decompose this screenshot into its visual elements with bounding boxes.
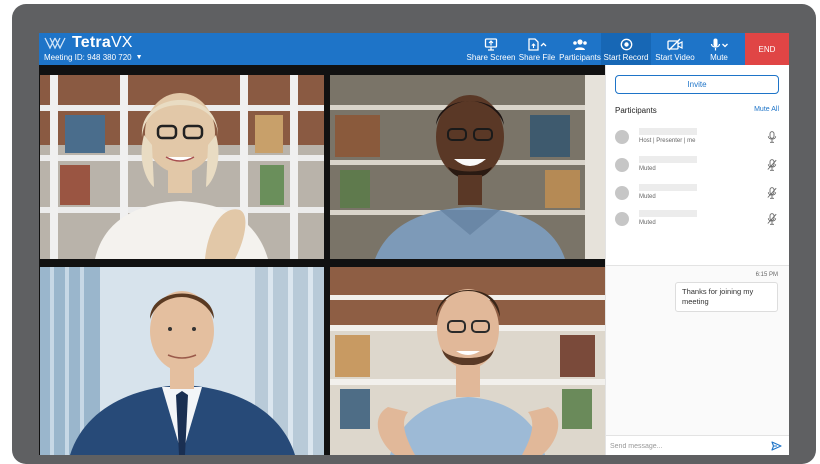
participant-status: Host | Presenter | me — [639, 138, 696, 144]
logo-icon — [44, 37, 66, 50]
mic-icon[interactable] — [767, 131, 777, 143]
start-record-button[interactable]: Start Record — [601, 33, 651, 65]
chat-message: Thanks for joining my meeting — [675, 282, 778, 312]
participant-name-placeholder — [639, 128, 697, 135]
participants-icon — [572, 37, 588, 51]
participant-video — [330, 75, 605, 259]
video-tile[interactable] — [330, 75, 605, 259]
share-file-label: Share File — [518, 53, 556, 62]
participant-status: Muted — [639, 220, 656, 226]
start-video-button[interactable]: Start Video — [651, 33, 699, 65]
video-grid — [39, 65, 605, 455]
mute-all-button[interactable]: Mute All — [754, 106, 779, 113]
chevron-down-icon: ▼ — [135, 54, 143, 61]
participant-name-placeholder — [639, 184, 697, 191]
participant-video — [40, 75, 324, 259]
chat-panel: 6:15 PM Thanks for joining my meeting — [606, 265, 789, 435]
invite-button[interactable]: Invite — [615, 75, 779, 94]
mute-label: Mute — [710, 53, 728, 62]
avatar — [615, 186, 629, 200]
share-screen-icon — [484, 37, 498, 51]
participants-button[interactable]: Participants — [559, 33, 601, 65]
share-screen-button[interactable]: Share Screen — [467, 33, 515, 65]
share-screen-label: Share Screen — [466, 53, 516, 62]
participant-row: Muted — [615, 210, 779, 230]
participant-name-placeholder — [639, 210, 697, 217]
avatar — [615, 158, 629, 172]
video-tile[interactable] — [40, 75, 324, 259]
participants-label: Participants — [559, 53, 601, 62]
participants-title: Participants — [615, 106, 657, 115]
mic-muted-icon[interactable] — [767, 187, 777, 199]
end-call-button[interactable]: END — [745, 33, 789, 65]
participant-status: Muted — [639, 166, 656, 172]
video-tile[interactable] — [40, 267, 324, 455]
avatar — [615, 212, 629, 226]
toolbar-actions: Share Screen Share File Participants Sta… — [467, 33, 739, 65]
message-composer — [606, 435, 789, 455]
participant-status: Muted — [639, 194, 656, 200]
brand-name: TetraVX — [72, 34, 133, 51]
mute-button[interactable]: Mute — [699, 33, 739, 65]
avatar — [615, 130, 629, 144]
message-timestamp: 6:15 PM — [755, 272, 778, 278]
brand-area: TetraVX Meeting ID: 948 380 720 ▼ — [44, 35, 143, 63]
share-file-button[interactable]: Share File — [515, 33, 559, 65]
mic-icon — [709, 37, 729, 51]
start-record-label: Start Record — [603, 53, 649, 62]
mic-muted-icon[interactable] — [767, 213, 777, 225]
record-icon — [620, 37, 633, 51]
side-panel: Invite Participants Mute All Host | Pres… — [605, 65, 789, 455]
participant-video — [330, 267, 605, 455]
start-video-label: Start Video — [655, 53, 695, 62]
send-icon[interactable] — [771, 441, 782, 451]
video-off-icon — [667, 37, 683, 51]
video-tile[interactable] — [330, 267, 605, 455]
top-toolbar: TetraVX Meeting ID: 948 380 720 ▼ Share … — [39, 33, 789, 65]
participant-row: Muted — [615, 184, 779, 204]
mic-muted-icon[interactable] — [767, 159, 777, 171]
participant-row: Muted — [615, 156, 779, 176]
meeting-app: TetraVX Meeting ID: 948 380 720 ▼ Share … — [39, 33, 789, 455]
share-file-icon — [527, 37, 547, 51]
participant-row: Host | Presenter | me — [615, 128, 779, 148]
participants-header: Participants Mute All — [615, 106, 779, 115]
message-input[interactable] — [610, 439, 760, 453]
meeting-id-text: Meeting ID: 948 380 720 — [44, 53, 132, 62]
meeting-id-selector[interactable]: Meeting ID: 948 380 720 ▼ — [44, 53, 143, 63]
participant-video — [40, 267, 324, 455]
participant-name-placeholder — [639, 156, 697, 163]
